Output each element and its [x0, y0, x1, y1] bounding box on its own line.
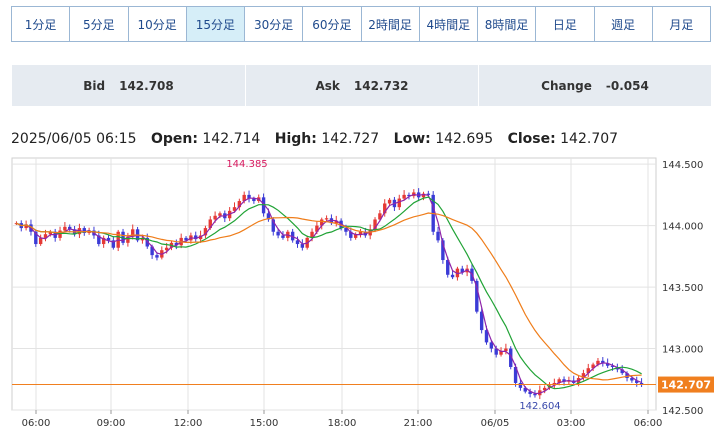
x-tick-label: 12:00: [174, 418, 203, 429]
tab-timeframe-10[interactable]: 週足: [595, 7, 653, 41]
high-label: High:: [274, 131, 317, 147]
tab-timeframe-3[interactable]: 15分足: [186, 7, 245, 41]
change-value: -0.054: [605, 78, 649, 93]
y-tick-label: 144.000: [662, 222, 703, 233]
tab-timeframe-4[interactable]: 30分足: [245, 7, 304, 41]
candle-body: [387, 199, 392, 204]
x-tick-label: 06:00: [22, 418, 51, 429]
candle-body: [450, 274, 455, 278]
candle-body: [504, 348, 508, 351]
change-label: Change: [541, 78, 592, 93]
candle-body: [213, 215, 217, 220]
x-tick-label: 06/05: [481, 418, 510, 429]
candlestick-chart[interactable]: 144.500144.000143.500143.000142.50006:00…: [0, 150, 720, 434]
x-tick-label: 03:00: [557, 418, 586, 429]
y-tick-label: 144.500: [662, 160, 703, 171]
candle-body: [38, 237, 43, 245]
candle-body: [397, 198, 401, 208]
x-tick-label: 06:00: [634, 418, 663, 429]
y-tick-label: 143.500: [662, 283, 703, 294]
candle-body: [402, 194, 406, 199]
bid-label: Bid: [83, 78, 106, 93]
tab-timeframe-11[interactable]: 月足: [653, 7, 710, 41]
open-value: 142.714: [202, 131, 261, 147]
y-tick-label: 142.500: [662, 406, 703, 417]
bid-panel: Bid 142.708: [12, 65, 245, 106]
tab-timeframe-1[interactable]: 5分足: [70, 7, 129, 41]
plot-area: [11, 157, 657, 411]
tab-timeframe-0[interactable]: 1分足: [12, 7, 71, 41]
current-price-label: 142.707: [661, 379, 711, 392]
low-value: 142.695: [435, 131, 494, 147]
tab-timeframe-2[interactable]: 10分足: [129, 7, 187, 41]
candle-body: [276, 231, 280, 236]
low-marker-label: 142.604: [519, 401, 560, 412]
x-tick-label: 18:00: [328, 418, 357, 429]
x-tick-label: 21:00: [404, 418, 433, 429]
candle-body: [518, 382, 523, 388]
ohlc-datetime: 2025/06/05 06:15: [11, 131, 137, 147]
bid-value: 142.708: [119, 78, 174, 93]
candle-body: [324, 218, 329, 220]
change-panel: Change -0.054: [479, 65, 711, 106]
timeframe-tabs: 1分足 5分足 10分足 15分足 30分足 60分足 2時間足 4時間足 8時間足 日足 週足 月足: [11, 6, 711, 42]
candle-body: [155, 255, 159, 258]
high-value: 142.727: [321, 131, 380, 147]
tab-timeframe-7[interactable]: 4時間足: [420, 7, 478, 41]
ask-label: Ask: [315, 78, 340, 93]
open-label: Open:: [150, 131, 198, 147]
tab-timeframe-6[interactable]: 2時間足: [362, 7, 420, 41]
candle-body: [639, 382, 644, 385]
x-tick-label: 09:00: [97, 418, 126, 429]
candle-body: [295, 240, 300, 245]
low-label: Low:: [393, 131, 431, 147]
high-marker-label: 144.385: [226, 159, 267, 170]
close-value: 142.707: [560, 131, 619, 147]
candle-body: [300, 244, 305, 248]
candle-body: [63, 226, 67, 231]
ask-value: 142.732: [353, 78, 409, 93]
tab-timeframe-8[interactable]: 8時間足: [478, 7, 537, 41]
candle-body: [281, 235, 285, 238]
x-tick-label: 15:00: [250, 418, 279, 429]
candle-body: [436, 231, 440, 241]
y-tick-label: 143.000: [662, 345, 703, 356]
close-label: Close:: [507, 131, 556, 147]
tab-timeframe-9[interactable]: 日足: [536, 7, 595, 41]
candle-body: [218, 213, 222, 216]
tab-timeframe-5[interactable]: 60分足: [303, 7, 362, 41]
ohlc-readout: 2025/06/05 06:15 Open: 142.714 High: 142…: [11, 131, 618, 147]
ask-panel: Ask 142.732: [246, 65, 478, 106]
